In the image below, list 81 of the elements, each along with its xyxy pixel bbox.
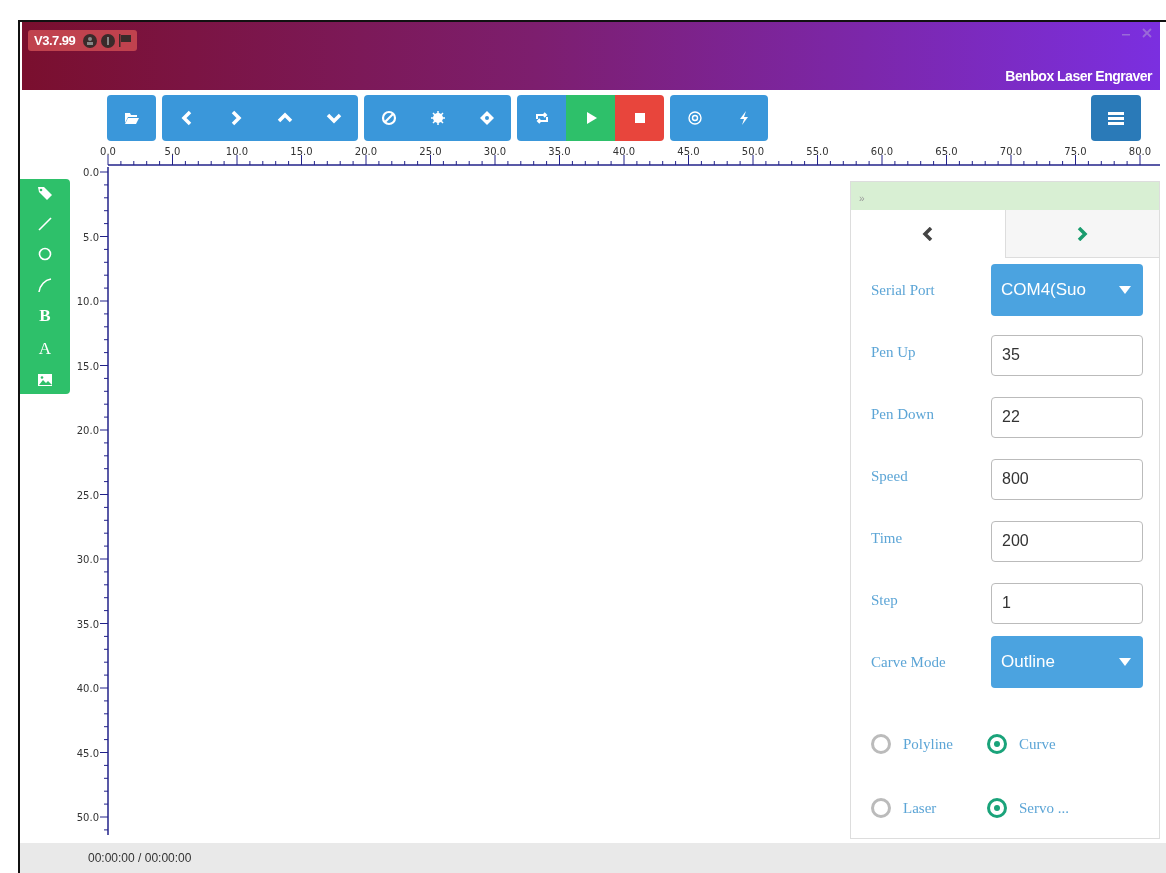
field-label: Speed <box>871 468 908 485</box>
image-icon[interactable] <box>37 372 53 388</box>
toolbar-button[interactable] <box>719 94 768 141</box>
field-label: Step <box>871 592 898 609</box>
app-title: Benbox Laser Engraver <box>1005 68 1152 84</box>
flag-icon[interactable] <box>119 34 132 47</box>
radio-option[interactable]: Servo ... <box>987 798 1069 818</box>
user-icon[interactable] <box>83 33 98 48</box>
collapse-toggle[interactable]: » <box>859 188 865 204</box>
ruler-label: 0.0 <box>100 146 116 157</box>
ruler-label: 35.0 <box>548 146 571 157</box>
chevron-left-icon <box>921 227 934 241</box>
ruler-label: 60.0 <box>870 146 894 157</box>
ruler-label: 20.0 <box>76 425 99 436</box>
target-icon <box>686 109 703 126</box>
ruler-label: 15.0 <box>76 360 99 372</box>
radio-option[interactable]: Laser <box>871 798 973 818</box>
ruler-label: 45.0 <box>677 146 700 157</box>
toolbar-button[interactable] <box>615 94 664 141</box>
ruler-label: 10.0 <box>225 146 249 157</box>
circle-icon[interactable] <box>37 246 53 262</box>
line-icon[interactable] <box>37 215 53 232</box>
ruler-label: 50.0 <box>741 146 765 157</box>
text-tool[interactable]: A <box>38 339 52 358</box>
field-label: Serial Port <box>871 281 935 299</box>
ruler-label: 10.0 <box>76 296 99 307</box>
info-icon[interactable] <box>101 33 116 48</box>
toolbar-button[interactable] <box>462 94 511 141</box>
toolbar-button[interactable] <box>670 94 719 141</box>
ruler-label: 75.0 <box>1064 146 1087 157</box>
field-label: Pen Down <box>871 406 934 423</box>
radio-option[interactable]: Curve <box>987 734 1056 754</box>
elapsed-time: 00:00:00 / 00:00:00 <box>88 851 192 865</box>
chevron-right-icon <box>1076 226 1089 241</box>
arc-icon[interactable] <box>37 276 53 293</box>
toolbar-button[interactable] <box>162 94 211 141</box>
toolbar-button[interactable] <box>107 94 156 141</box>
ruler-label: 30.0 <box>483 146 507 157</box>
ruler-label: 35.0 <box>76 618 99 630</box>
ruler-label: 40.0 <box>612 146 636 157</box>
ruler-label: 30.0 <box>76 554 99 565</box>
menu-button[interactable] <box>1091 94 1141 141</box>
dropdown[interactable]: COM4(Suo <box>991 264 1143 316</box>
ruler-label: 50.0 <box>76 812 99 823</box>
ruler-label: 55.0 <box>806 146 829 157</box>
dropdown[interactable]: Outline <box>991 636 1143 688</box>
ban-icon <box>380 109 397 126</box>
ruler-label: 40.0 <box>76 683 99 694</box>
close-icon[interactable] <box>1142 28 1152 38</box>
ruler-label: 70.0 <box>999 146 1023 157</box>
input-field[interactable]: 800 <box>991 458 1143 500</box>
toolbar-button[interactable] <box>566 94 615 141</box>
ruler-label: 0.0 <box>83 167 99 178</box>
input-field[interactable]: 35 <box>991 334 1143 376</box>
field-label: Pen Up <box>871 344 916 361</box>
field-label: Time <box>871 530 903 547</box>
menu-icon <box>1108 110 1124 125</box>
input-field[interactable]: 22 <box>991 396 1143 438</box>
ruler-label: 45.0 <box>76 747 99 759</box>
radio-option[interactable]: Polyline <box>871 734 973 754</box>
bold-tool[interactable]: B <box>39 307 51 325</box>
ruler-label: 80.0 <box>1128 146 1152 157</box>
ruler-label: 65.0 <box>935 146 958 157</box>
caret-icon <box>1119 286 1131 294</box>
repeat-icon <box>533 109 550 126</box>
ruler-label: 5.0 <box>164 146 181 157</box>
burst-icon <box>429 109 446 126</box>
field-label: Carve Mode <box>871 653 946 671</box>
ruler-label: 5.0 <box>83 231 99 243</box>
caret-icon <box>1119 658 1131 666</box>
ruler-label: 25.0 <box>76 489 99 501</box>
input-field[interactable]: 1 <box>991 582 1143 624</box>
ruler-label: 25.0 <box>419 146 442 157</box>
ruler-label: 20.0 <box>354 146 378 157</box>
version-label: V3.7.99 <box>34 33 76 48</box>
ruler-label: 15.0 <box>290 146 313 157</box>
input-field[interactable]: 200 <box>991 520 1143 562</box>
tag-icon[interactable] <box>37 185 53 201</box>
toolbar-button[interactable] <box>364 94 413 141</box>
toolbar-button[interactable] <box>309 94 358 141</box>
toolbar-button[interactable] <box>517 94 566 141</box>
